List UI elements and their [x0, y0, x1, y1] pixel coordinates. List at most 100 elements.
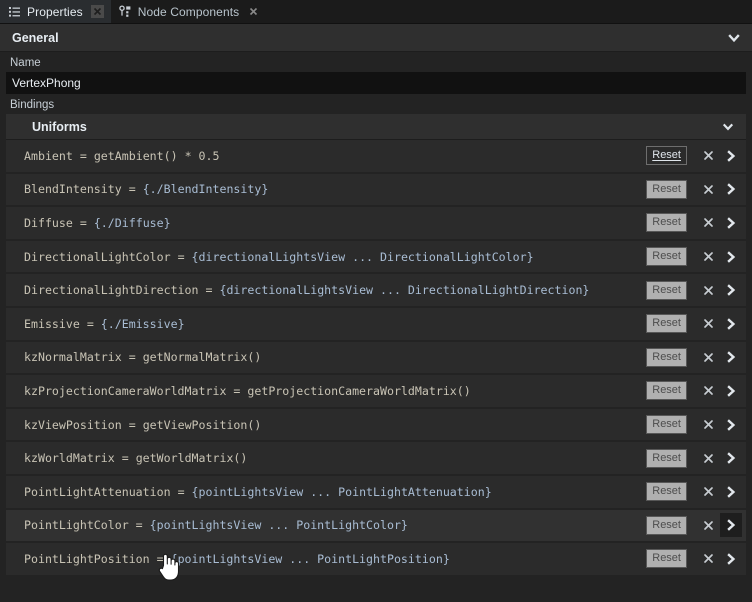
- name-field-label: Name: [10, 57, 41, 69]
- table-row[interactable]: Diffuse = {./Diffuse} Reset: [6, 207, 746, 241]
- chevron-right-icon[interactable]: [720, 278, 742, 302]
- close-icon[interactable]: [697, 446, 719, 470]
- table-row[interactable]: PointLightColor = {pointLightsView ... P…: [6, 509, 746, 544]
- reset-button[interactable]: Reset: [646, 415, 687, 435]
- close-icon[interactable]: [697, 312, 719, 336]
- chevron-right-icon[interactable]: [720, 446, 742, 470]
- tab-node-components[interactable]: Node Components: [110, 0, 268, 23]
- tab-bar: Properties Node Components: [0, 0, 752, 24]
- binding-expression[interactable]: Diffuse = {./Diffuse}: [24, 216, 646, 230]
- table-row[interactable]: Ambient = getAmbient() * 0.5 Reset: [6, 140, 746, 174]
- close-icon[interactable]: [697, 211, 719, 235]
- binding-expression[interactable]: DirectionalLightDirection = {directional…: [24, 283, 646, 297]
- binding-operator: =: [170, 484, 192, 499]
- close-icon[interactable]: [697, 177, 719, 201]
- table-row[interactable]: DirectionalLightColor = {directionalLigh…: [6, 240, 746, 275]
- binding-operator: =: [79, 316, 101, 331]
- table-row[interactable]: kzNormalMatrix = getNormalMatrix() Reset: [6, 341, 746, 376]
- binding-operator: =: [121, 417, 143, 432]
- binding-value: getWorldMatrix(): [135, 451, 248, 466]
- reset-button[interactable]: Reset: [646, 247, 687, 267]
- reset-button[interactable]: Reset: [646, 482, 687, 502]
- reset-button[interactable]: Reset: [646, 179, 687, 199]
- table-row[interactable]: DirectionalLightDirection = {directional…: [6, 274, 746, 308]
- binding-name: DirectionalLightDirection: [24, 283, 199, 298]
- close-icon[interactable]: [697, 278, 719, 302]
- close-icon[interactable]: [697, 245, 719, 269]
- reset-button[interactable]: Reset: [646, 213, 687, 233]
- close-icon[interactable]: [247, 5, 260, 18]
- general-section-header[interactable]: General: [0, 24, 752, 52]
- table-row[interactable]: kzWorldMatrix = getWorldMatrix() Reset: [6, 442, 746, 476]
- close-icon[interactable]: [90, 5, 104, 18]
- table-row[interactable]: kzViewPosition = getViewPosition() Reset: [6, 408, 746, 443]
- chevron-right-icon[interactable]: [720, 245, 742, 269]
- chevron-down-icon[interactable]: [716, 115, 740, 139]
- binding-expression[interactable]: kzProjectionCameraWorldMatrix = getProje…: [24, 384, 646, 398]
- close-icon[interactable]: [697, 345, 719, 369]
- reset-button[interactable]: Reset: [646, 347, 687, 367]
- table-row[interactable]: BlendIntensity = {./BlendIntensity} Reset: [6, 173, 746, 208]
- uniform-bindings-list: Ambient = getAmbient() * 0.5 Reset BlendIn…: [6, 140, 746, 577]
- chevron-right-icon[interactable]: [720, 345, 742, 369]
- binding-expression[interactable]: PointLightPosition = {pointLightsView ..…: [24, 552, 646, 566]
- binding-name: BlendIntensity: [24, 182, 122, 197]
- binding-operator: =: [128, 518, 150, 533]
- binding-expression[interactable]: kzWorldMatrix = getWorldMatrix(): [24, 451, 646, 465]
- binding-expression[interactable]: Ambient = getAmbient() * 0.5: [24, 149, 646, 163]
- close-icon[interactable]: [697, 480, 719, 504]
- binding-operator: =: [114, 451, 136, 466]
- table-row[interactable]: PointLightPosition = {pointLightsView ..…: [6, 543, 746, 577]
- chevron-right-icon[interactable]: [720, 413, 742, 437]
- binding-name: Ambient: [24, 148, 73, 163]
- binding-operator: =: [72, 215, 94, 230]
- uniforms-section-header[interactable]: Uniforms: [6, 114, 746, 140]
- binding-expression[interactable]: BlendIntensity = {./BlendIntensity}: [24, 182, 646, 196]
- reset-button[interactable]: Reset: [646, 280, 687, 300]
- reset-button[interactable]: Reset: [646, 314, 687, 334]
- binding-name: PointLightAttenuation: [24, 484, 171, 499]
- reset-button[interactable]: Reset: [646, 549, 687, 569]
- reset-button[interactable]: Reset: [646, 448, 687, 468]
- list-icon: [8, 5, 21, 18]
- binding-expression[interactable]: DirectionalLightColor = {directionalLigh…: [24, 250, 646, 264]
- tab-properties-label: Properties: [27, 4, 83, 19]
- binding-expression[interactable]: kzViewPosition = getViewPosition(): [24, 418, 646, 432]
- chevron-right-icon[interactable]: [720, 177, 742, 201]
- node-components-icon: [118, 5, 132, 18]
- chevron-right-icon[interactable]: [720, 211, 742, 235]
- properties-panel: General Name VertexPhong Bindings Unifor…: [0, 24, 752, 602]
- chevron-down-icon[interactable]: [722, 26, 746, 50]
- close-icon[interactable]: [697, 379, 719, 403]
- chevron-right-icon[interactable]: [720, 379, 742, 403]
- tab-properties[interactable]: Properties: [0, 0, 111, 23]
- binding-name: DirectionalLightColor: [24, 249, 171, 264]
- table-row[interactable]: Emissive = {./Emissive} Reset: [6, 307, 746, 342]
- table-row[interactable]: PointLightAttenuation = {pointLightsView…: [6, 475, 746, 510]
- binding-expression[interactable]: PointLightColor = {pointLightsView ... P…: [24, 518, 646, 532]
- bindings-label: Bindings: [10, 99, 55, 111]
- binding-expression[interactable]: kzNormalMatrix = getNormalMatrix(): [24, 350, 646, 364]
- reset-button[interactable]: Reset: [646, 146, 687, 166]
- name-input[interactable]: VertexPhong: [6, 72, 746, 94]
- binding-operator: =: [198, 283, 220, 298]
- binding-value: {pointLightsView ... PointLightColor}: [149, 518, 408, 533]
- chevron-right-icon[interactable]: [720, 547, 742, 571]
- table-row[interactable]: kzProjectionCameraWorldMatrix = getProje…: [6, 375, 746, 409]
- binding-value: {./Diffuse}: [93, 215, 171, 230]
- reset-button[interactable]: Reset: [646, 381, 687, 401]
- chevron-right-icon[interactable]: [720, 480, 742, 504]
- binding-name: kzWorldMatrix: [24, 451, 115, 466]
- binding-expression[interactable]: Emissive = {./Emissive}: [24, 317, 646, 331]
- binding-expression[interactable]: PointLightAttenuation = {pointLightsView…: [24, 485, 646, 499]
- chevron-right-icon[interactable]: [720, 144, 742, 168]
- close-icon[interactable]: [697, 547, 719, 571]
- binding-name: kzProjectionCameraWorldMatrix: [24, 383, 227, 398]
- reset-button[interactable]: Reset: [646, 515, 687, 535]
- close-icon[interactable]: [697, 144, 719, 168]
- close-icon[interactable]: [697, 413, 719, 437]
- chevron-right-icon[interactable]: [720, 513, 742, 538]
- name-input-value: VertexPhong: [12, 76, 81, 90]
- close-icon[interactable]: [697, 513, 719, 537]
- chevron-right-icon[interactable]: [720, 312, 742, 336]
